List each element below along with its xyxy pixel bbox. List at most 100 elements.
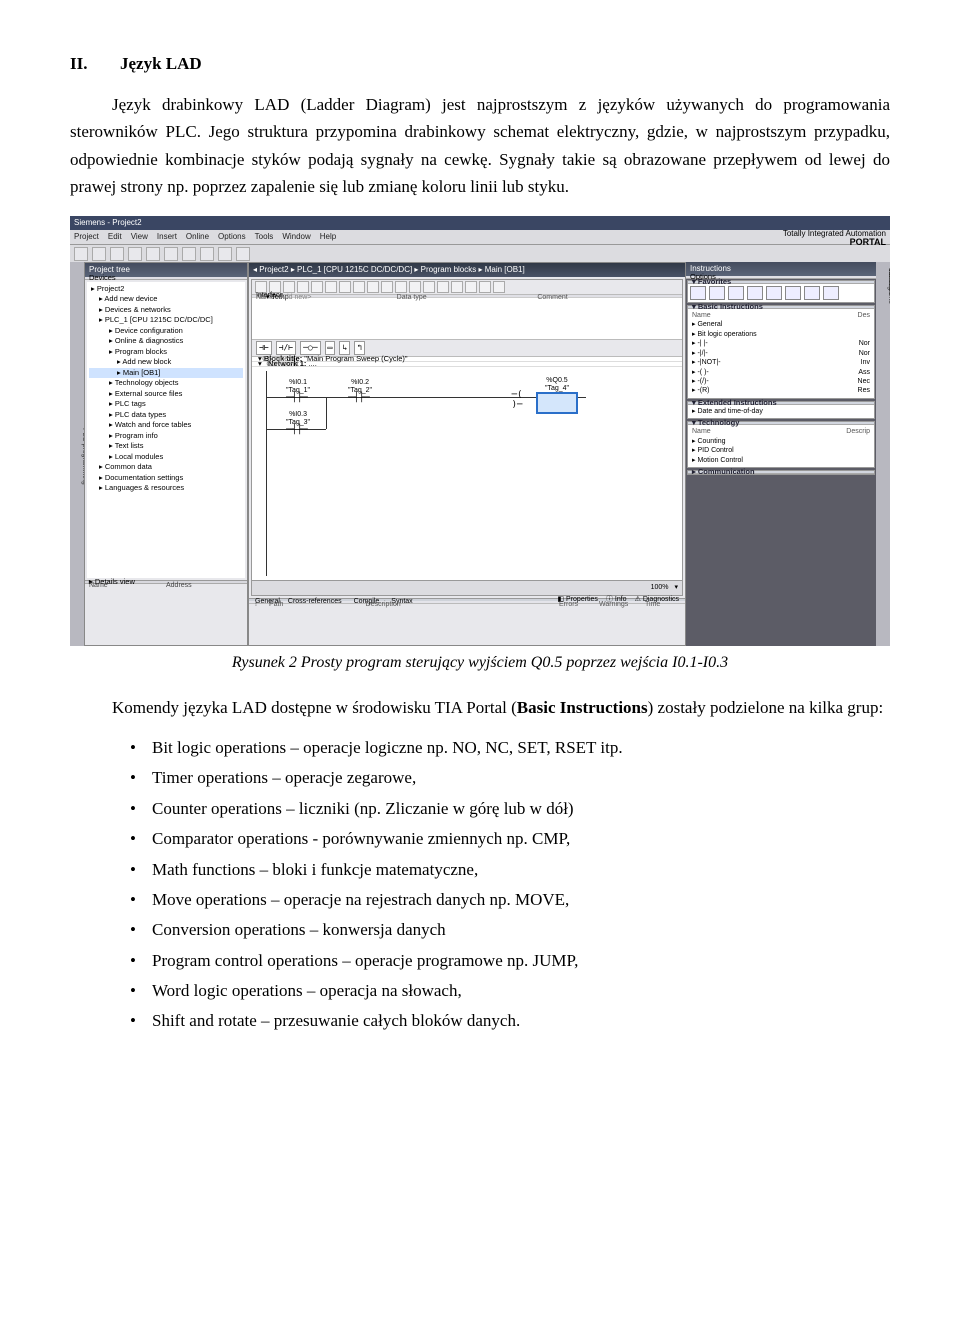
contact-i03[interactable]: %I0.3"Tag_3" [286, 411, 310, 436]
instr-item[interactable]: ▸ -| |-Nor [692, 339, 870, 348]
tree-item[interactable]: ▸ Common data [89, 462, 243, 473]
inspector-pane: ◧ Properties ⓘ Info ⚠ Diagnostics Genera… [249, 598, 685, 645]
extended-instructions-accordion[interactable]: ▾ Extended Instructions ▸ Date and time-… [687, 401, 875, 419]
toolbtn-cut[interactable] [128, 247, 142, 261]
instr-item[interactable]: ▸ Counting [692, 437, 870, 446]
edit-toolbtn[interactable] [493, 281, 505, 293]
bullet-item: Bit logic operations – operacje logiczne… [130, 735, 890, 761]
basic-instructions-accordion[interactable]: ▾ Basic Instructions NameDes▸ General▸ B… [687, 305, 875, 399]
tree-item[interactable]: ▸ Technology objects [89, 378, 243, 389]
edit-toolbtn[interactable] [381, 281, 393, 293]
favorites-accordion[interactable]: ▾ Favorites [687, 280, 875, 303]
edit-toolbtn[interactable] [339, 281, 351, 293]
menu-help[interactable]: Help [320, 230, 336, 244]
edit-toolbtn[interactable] [311, 281, 323, 293]
tree-item[interactable]: ▸ Add new device [89, 294, 243, 305]
edit-toolbtn[interactable] [353, 281, 365, 293]
communication-accordion[interactable]: ▸ Communication [687, 470, 875, 475]
tree-item[interactable]: ▸ PLC_1 [CPU 1215C DC/DC/DC] [89, 315, 243, 326]
toolbtn-paste[interactable] [164, 247, 178, 261]
instr-item[interactable]: ▸ -(R)Res [692, 386, 870, 395]
edit-toolbtn[interactable] [395, 281, 407, 293]
project-tree[interactable]: ▸ Project2▸ Add new device▸ Devices & ne… [87, 282, 245, 578]
coil-icon [506, 391, 528, 411]
paragraph-2: Komendy języka LAD dostępne w środowisku… [70, 694, 890, 721]
technology-accordion[interactable]: ▾ Technology NameDescrip▸ Counting▸ PID … [687, 421, 875, 468]
instr-item[interactable]: ▸ -|NOT|-Inv [692, 358, 870, 367]
output-q05[interactable]: %Q0.5"Tag_4" [536, 377, 578, 414]
figure-caption: Rysunek 2 Prosty program sterujący wyjśc… [70, 654, 890, 672]
tree-item[interactable]: ▸ Devices & networks [89, 305, 243, 316]
edit-toolbtn[interactable] [297, 281, 309, 293]
menu-tools[interactable]: Tools [255, 230, 274, 244]
lad-branch-open-icon[interactable]: ↳ [339, 341, 350, 355]
bullet-item: Shift and rotate – przesuwanie całych bl… [130, 1008, 890, 1034]
menu-window[interactable]: Window [282, 230, 310, 244]
edit-toolbtn[interactable] [479, 281, 491, 293]
toolbtn-go-online[interactable] [218, 247, 232, 261]
instr-item[interactable]: ▸ -(/)- Nec [692, 377, 870, 386]
toolbtn-open[interactable] [92, 247, 106, 261]
interface-header: Interface [252, 295, 682, 298]
edit-toolbtn[interactable] [423, 281, 435, 293]
bullet-item: Timer operations – operacje zegarowe, [130, 765, 890, 791]
instr-item[interactable]: ▸ -( )-Ass [692, 368, 870, 377]
lad-branch-close-icon[interactable]: ↰ [354, 341, 365, 355]
tree-item[interactable]: ▸ Local modules [89, 452, 243, 463]
main-toolbar [70, 244, 890, 264]
contact-i01[interactable]: %I0.1"Tag_1" [286, 379, 310, 404]
menu-view[interactable]: View [131, 230, 148, 244]
instr-item[interactable]: ▸ -|/|-Nor [692, 349, 870, 358]
tree-item[interactable]: ▸ PLC tags [89, 399, 243, 410]
tree-item[interactable]: ▸ Languages & resources [89, 483, 243, 494]
toolbtn-go-offline[interactable] [236, 247, 250, 261]
menu-online[interactable]: Online [186, 230, 209, 244]
toolbtn-save-project[interactable] [110, 247, 124, 261]
tree-item[interactable]: ▸ External source files [89, 389, 243, 400]
edit-toolbtn[interactable] [437, 281, 449, 293]
edit-toolbtn[interactable] [367, 281, 379, 293]
tree-item[interactable]: ▸ Project2 [89, 284, 243, 295]
editor-panel: ◂ Project2 ▸ PLC_1 [CPU 1215C DC/DC/DC] … [248, 262, 686, 646]
edit-toolbtn[interactable] [465, 281, 477, 293]
edit-toolbtn[interactable] [451, 281, 463, 293]
tree-item[interactable]: ▸ Add new block [89, 357, 243, 368]
instr-item[interactable]: ▸ Motion Control [692, 456, 870, 465]
tree-item[interactable]: ▸ Main [OB1] [89, 368, 243, 379]
instr-item[interactable]: ▸ Date and time-of-day [692, 407, 870, 416]
tree-item[interactable]: ▸ PLC data types [89, 410, 243, 421]
tree-item[interactable]: ▸ Program blocks [89, 347, 243, 358]
ladder-diagram[interactable]: %I0.1"Tag_1" %I0.2"Tag_2" %I0.3"Tag_3" %… [252, 367, 682, 580]
edit-toolbtn[interactable] [325, 281, 337, 293]
tree-item[interactable]: ▸ Online & diagnostics [89, 336, 243, 347]
lad-box-icon[interactable]: ▭ [325, 341, 336, 355]
tree-item[interactable]: ▸ Documentation settings [89, 473, 243, 484]
details-view: ▸ Details view Name Address [85, 580, 247, 645]
right-siderail[interactable]: InstructionsTestingTasksLibraries [876, 262, 890, 646]
toolbtn-redo[interactable] [200, 247, 214, 261]
tree-item[interactable]: ▸ Text lists [89, 441, 243, 452]
menu-options[interactable]: Options [218, 230, 246, 244]
lad-coil-icon[interactable]: ─○─ [300, 341, 320, 355]
menu-insert[interactable]: Insert [157, 230, 177, 244]
tia-portal-window: Siemens - Project2 ProjectEditViewInsert… [70, 216, 890, 646]
contact-i02[interactable]: %I0.2"Tag_2" [348, 379, 372, 404]
lad-contact-nc-icon[interactable]: ⊣/⊢ [276, 341, 296, 355]
instr-item[interactable]: ▸ Bit logic operations [692, 330, 870, 339]
zoom-bar: 100% ▾ [252, 580, 682, 595]
edit-toolbtn[interactable] [283, 281, 295, 293]
tree-item[interactable]: ▸ Device configuration [89, 326, 243, 337]
left-siderail: PLC programming [70, 262, 84, 646]
toolbtn-copy[interactable] [146, 247, 160, 261]
tree-item[interactable]: ▸ Program info [89, 431, 243, 442]
favorites-icons[interactable] [688, 284, 874, 302]
menu-edit[interactable]: Edit [108, 230, 122, 244]
instr-item[interactable]: ▸ PID Control [692, 446, 870, 455]
tree-item[interactable]: ▸ Watch and force tables [89, 420, 243, 431]
toolbtn-undo[interactable] [182, 247, 196, 261]
instr-item[interactable]: ▸ General [692, 320, 870, 329]
edit-toolbtn[interactable] [409, 281, 421, 293]
lad-contact-no-icon[interactable]: ⊣⊢ [256, 341, 272, 355]
menu-project[interactable]: Project [74, 230, 99, 244]
toolbtn-new[interactable] [74, 247, 88, 261]
